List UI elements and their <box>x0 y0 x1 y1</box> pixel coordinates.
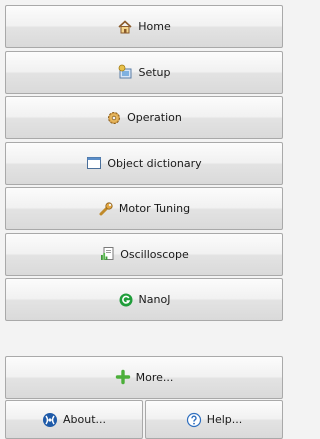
setup-button[interactable]: Setup <box>5 50 283 94</box>
oscilloscope-button[interactable]: Oscilloscope <box>5 232 283 276</box>
nanoj-label: NanoJ <box>138 293 171 306</box>
oscilloscope-label: Oscilloscope <box>120 247 189 261</box>
house-icon <box>117 19 133 35</box>
wrench-icon <box>98 201 114 217</box>
home-label: Home <box>138 20 171 33</box>
footer-bar: About... Help... <box>5 400 283 439</box>
home-button[interactable]: Home <box>5 5 283 48</box>
object-dictionary-button[interactable]: Object dictionary <box>5 141 283 185</box>
about-button[interactable]: About... <box>5 400 143 439</box>
operation-button[interactable]: Operation <box>5 96 283 139</box>
gear-icon <box>106 110 122 126</box>
operation-label: Operation <box>127 111 182 124</box>
question-icon <box>186 412 202 428</box>
help-label: Help... <box>206 413 243 426</box>
nanoj-button[interactable]: NanoJ <box>5 278 283 321</box>
more-button[interactable]: More... <box>5 355 283 399</box>
about-label: About... <box>62 413 106 426</box>
motor-tuning-button[interactable]: Motor Tuning <box>5 187 283 230</box>
circle-g-icon <box>118 292 134 308</box>
logo-icon <box>42 412 58 428</box>
window-icon <box>86 155 102 171</box>
setup-wizard-icon <box>117 64 133 80</box>
setup-label: Setup <box>138 65 171 79</box>
object-dictionary-label: Object dictionary <box>107 156 202 170</box>
chart-document-icon <box>99 246 115 262</box>
plus-icon <box>115 369 131 385</box>
motor-tuning-label: Motor Tuning <box>118 202 191 215</box>
help-button[interactable]: Help... <box>145 400 283 439</box>
navigation-panel: Home Setup Operation Object dictionary M… <box>5 5 283 401</box>
more-label: More... <box>135 370 174 384</box>
